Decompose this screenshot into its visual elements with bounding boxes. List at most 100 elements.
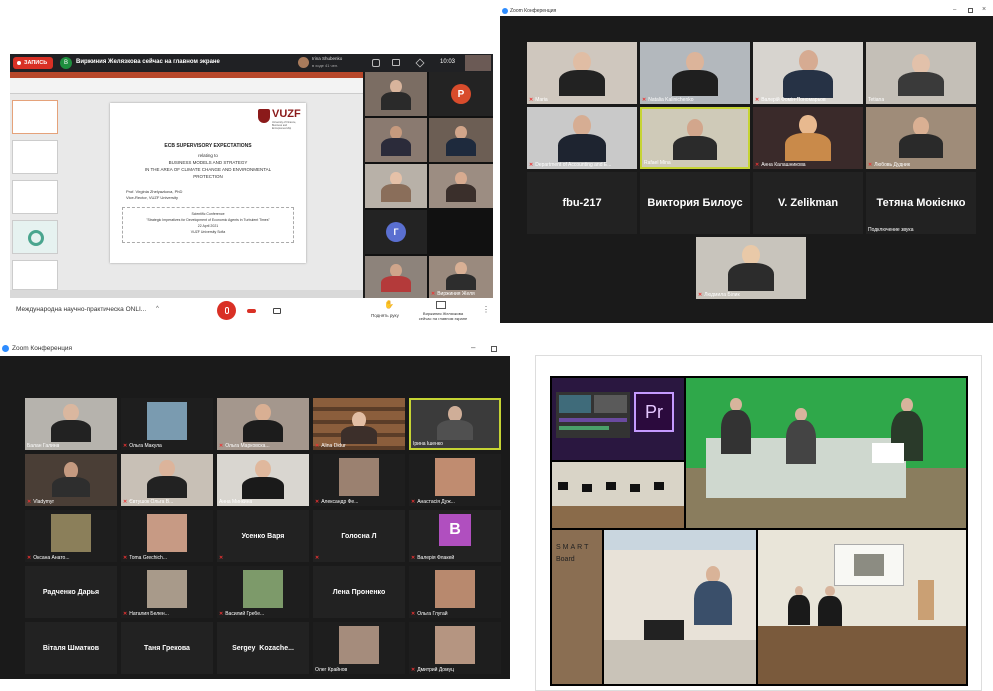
- tile-name: ✕ Дмитрий Домуц: [411, 667, 454, 673]
- chat-icon[interactable]: [392, 59, 400, 66]
- participant-tile: ✕ Євтушок Ольга В...: [121, 454, 213, 506]
- smart-brand: SMART: [556, 544, 591, 551]
- participant-name: Радченко Дарья: [42, 588, 100, 596]
- participant-tile: ✕ Дмитрий Домуц: [409, 622, 501, 674]
- slide-thumb-2[interactable]: [12, 140, 58, 174]
- smart-product: Board: [556, 556, 575, 563]
- avatar: [147, 514, 187, 552]
- diagram-icon: [28, 230, 44, 246]
- minimize-button[interactable]: –: [471, 343, 475, 352]
- avatar: [147, 570, 187, 608]
- participant-name: Усенко Варя: [241, 532, 285, 540]
- tile-name: ✕ Анна Калашникова: [755, 162, 806, 168]
- mic-off-icon: [224, 307, 229, 314]
- participant-tile: Анна Минкина: [217, 454, 309, 506]
- record-dot-icon: [17, 61, 21, 65]
- tile-name: ✕ Ольга Глугай: [411, 611, 448, 617]
- mic-muted-icon: ✕: [431, 291, 436, 297]
- participant-tile: [429, 210, 493, 254]
- presenter-text: Виржиния Желязкова сейчас на главном экр…: [76, 59, 220, 65]
- participant-tile: ✕ Toma Grechich...: [121, 510, 213, 562]
- tile-name: Подключение звука: [868, 227, 914, 233]
- camera-button[interactable]: [270, 304, 284, 318]
- close-button[interactable]: ×: [982, 6, 986, 13]
- participant-tile: [365, 118, 427, 162]
- participant-tile: ✕ Анна Калашникова: [753, 107, 863, 169]
- participant-tile: ✕ Валерій Фомін-Пономарьов: [753, 42, 863, 104]
- title-bar: Zoom Конференция –: [0, 342, 510, 356]
- participant-tile: ✕ Наталия Белен...: [121, 566, 213, 618]
- zoom-icon: [2, 345, 9, 352]
- participant-tile: Радченко Дарья: [25, 566, 117, 618]
- mic-muted-icon: ✕: [411, 611, 416, 617]
- mic-muted-icon: ✕: [315, 443, 320, 449]
- slide-line-4: PROTECTION: [193, 174, 223, 179]
- participant-tile: ✕ Alina Didur: [313, 398, 405, 450]
- slide-thumb-4[interactable]: [12, 220, 58, 254]
- participant-name: Віталя Шматков: [42, 644, 100, 652]
- user-name: Irina Shubenko: [312, 56, 343, 61]
- avatar: [339, 458, 379, 496]
- participant-tile: B ✕ Валерія Флакей: [409, 510, 501, 562]
- avatar: [339, 626, 379, 664]
- avatar: P: [451, 84, 471, 104]
- participant-name: V. Zelikman: [777, 197, 839, 209]
- present-icon[interactable]: [436, 301, 446, 309]
- participant-tile: ✕ Maria: [527, 42, 637, 104]
- window-title: Zoom Конференция: [12, 345, 73, 352]
- mic-muted-icon: ✕: [698, 292, 703, 298]
- participant-tile: Таня Грекова: [121, 622, 213, 674]
- record-badge[interactable]: ЗАПИСЬ: [13, 57, 53, 69]
- participant-tile: [429, 118, 493, 162]
- hangup-button[interactable]: [244, 304, 258, 318]
- tile-name: ✕ Natalia Kalinichenko: [642, 97, 694, 103]
- more-options-icon[interactable]: ⋮: [482, 305, 490, 314]
- panel-photo-collage: Pr SMART Board: [535, 355, 982, 691]
- tile-name: ✕: [315, 555, 321, 561]
- tile-name: Ірина Ішенко: [413, 441, 443, 447]
- panel-zoom-gallery-bottom: Zoom Конференция – Балан Галина ✕ Ольга М…: [0, 342, 510, 679]
- mic-button[interactable]: [217, 301, 236, 320]
- panel-zoom-gallery-top: Zoom Конференция – × ✕ Maria ✕ Natalia Kal…: [500, 6, 993, 323]
- chevron-up-icon[interactable]: ^: [156, 306, 159, 312]
- clock: 10:03: [440, 59, 456, 65]
- tile-name: Анна Минкина: [219, 499, 253, 505]
- mic-muted-icon: ✕: [315, 499, 320, 505]
- raise-hand-icon[interactable]: ✋: [384, 300, 394, 309]
- photo-green-room: [686, 378, 966, 528]
- tile-name: ✕ Василий Гребе...: [219, 611, 265, 617]
- participants-strip: P Г ✕ Виржиния Желя: [365, 72, 493, 298]
- tile-name: ✕ Toma Grechich...: [123, 555, 167, 561]
- presenter-bottom-label: Виржиния Желязкова сейчас на главном экр…: [418, 311, 468, 321]
- tile-name: ✕ Ольга Марковска...: [219, 443, 270, 449]
- tile-name: Олег Крайнов: [315, 667, 348, 673]
- bottom-bar: Международна научно-практическа ONLI... …: [10, 298, 493, 322]
- mic-muted-icon: ✕: [219, 611, 224, 617]
- avatar: Г: [386, 222, 406, 242]
- slide-thumb-5[interactable]: [12, 260, 58, 290]
- participant-tile: ✕ Александр Фе...: [313, 454, 405, 506]
- slide-thumb-3[interactable]: [12, 180, 58, 214]
- panel-presentation: ЗАПИСЬ В Виржиния Желязкова сейчас на гл…: [10, 54, 493, 322]
- slide-conf-1: Scientific Conference: [191, 212, 225, 216]
- tile-name: ✕ Людмила Білик: [698, 292, 740, 298]
- people-icon[interactable]: [372, 59, 380, 67]
- participant-name: Виктория Билоус: [647, 197, 743, 209]
- slide-thumb-1[interactable]: [12, 100, 58, 134]
- phone-icon: [246, 309, 256, 313]
- minimize-button[interactable]: –: [953, 7, 956, 13]
- mic-muted-icon: ✕: [411, 667, 416, 673]
- vuzf-logo: VUZF: [272, 108, 301, 120]
- tile-name: Tetiana: [868, 97, 885, 103]
- slide-conf-2: "Strategic Imperatives for Development o…: [146, 218, 270, 222]
- tile-name: ✕ Євтушок Ольга В...: [123, 499, 174, 505]
- maximize-button[interactable]: [968, 8, 973, 13]
- participant-tile: [429, 164, 493, 208]
- mic-muted-icon: ✕: [123, 499, 128, 505]
- mic-muted-icon: ✕: [315, 555, 320, 561]
- maximize-button[interactable]: [491, 346, 497, 352]
- powerpoint-window: VUZF University of Finance, Business and…: [10, 72, 363, 298]
- participant-name: Sergey Kozache...: [232, 644, 294, 652]
- mic-muted-icon: ✕: [27, 555, 32, 561]
- activities-icon[interactable]: [415, 58, 425, 68]
